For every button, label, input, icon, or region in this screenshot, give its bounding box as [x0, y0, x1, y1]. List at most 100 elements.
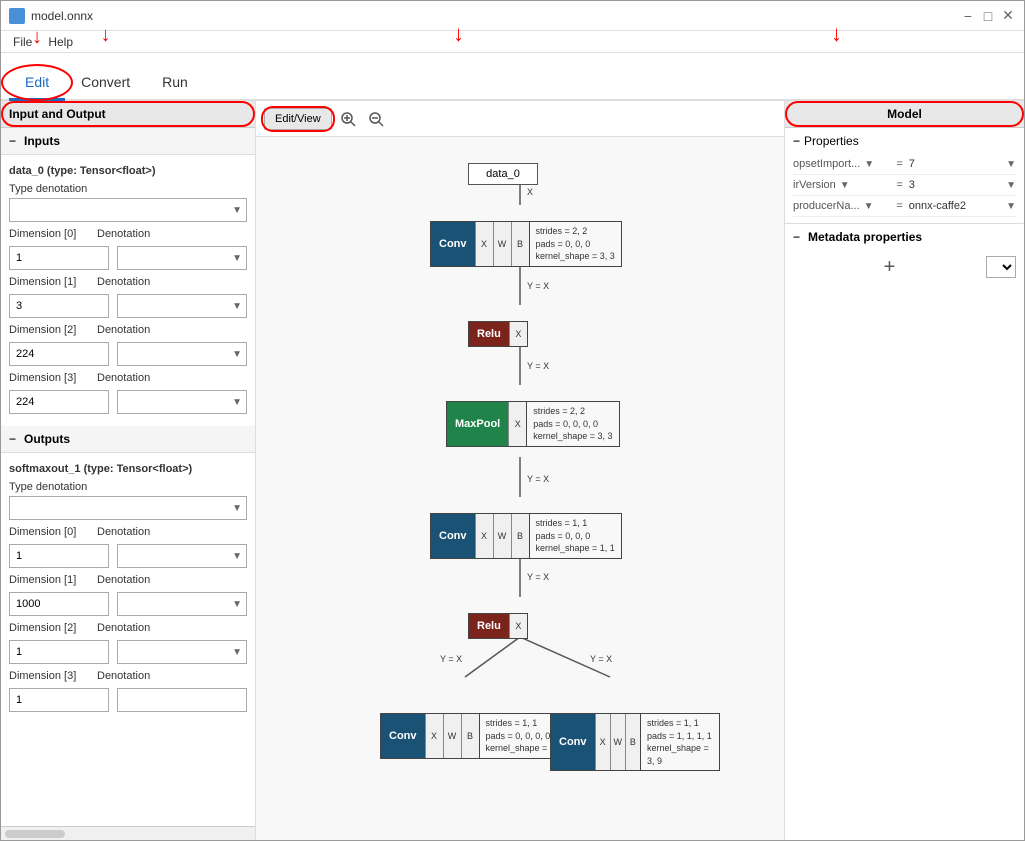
- dim-1-value[interactable]: [9, 294, 109, 318]
- out-dim-2-inputs: ▼: [9, 640, 247, 664]
- graph-area[interactable]: X Y = X Y = X Y = X Y = X Y = X Y = X da…: [256, 137, 784, 840]
- maxpool1-port-x: X: [508, 402, 526, 446]
- menu-help[interactable]: Help: [40, 33, 81, 51]
- dim-0-value[interactable]: [9, 246, 109, 270]
- prop-irversion-arrow[interactable]: ▼: [1006, 180, 1016, 191]
- prop-opset: opsetImport... ▼ = 7 ▼: [793, 154, 1016, 175]
- out-dim-1-denotation[interactable]: [118, 598, 228, 610]
- out-dim-3-value[interactable]: [9, 688, 109, 712]
- left-panel: ↓ Input and Output − Inputs data_0 (type…: [1, 101, 256, 840]
- scroll-thumb: [5, 830, 65, 838]
- title-bar-left: model.onnx: [9, 8, 93, 24]
- out-dim-3-label: Dimension [3]: [9, 670, 89, 682]
- zoom-out-button[interactable]: [364, 107, 388, 131]
- dim-0-inputs: ▼: [9, 246, 247, 270]
- close-button[interactable]: ✕: [1000, 8, 1016, 24]
- tab-run[interactable]: Run: [146, 66, 204, 101]
- relu1-label: Relu: [469, 322, 509, 346]
- out-dim-2-denotation[interactable]: [118, 646, 228, 658]
- node-conv3[interactable]: Conv X W B strides = 1, 1pads = 0, 0, 0,…: [380, 713, 572, 759]
- dim-3-denotation-select-wrapper[interactable]: ▼: [117, 390, 247, 414]
- output-type-denotation-arrow: ▼: [228, 503, 246, 514]
- edit-view-button[interactable]: Edit/View: [264, 108, 332, 130]
- metadata-collapse-icon[interactable]: −: [793, 230, 800, 244]
- conv2-details: strides = 1, 1pads = 0, 0, 0kernel_shape…: [529, 514, 621, 558]
- prop-producer-expand[interactable]: ▼: [864, 201, 874, 212]
- title-bar-controls: − □ ✕: [960, 8, 1016, 24]
- conv3-port-x: X: [425, 714, 443, 758]
- app-icon: [9, 8, 25, 24]
- maximize-button[interactable]: □: [980, 8, 996, 24]
- out-dim-2-denotation-label: Denotation: [97, 622, 157, 634]
- dim-0-arrow: ▼: [228, 253, 246, 264]
- node-conv1[interactable]: Conv X W B strides = 2, 2pads = 0, 0, 0k…: [430, 221, 622, 267]
- metadata-dropdown[interactable]: ▼: [986, 256, 1016, 278]
- prop-producer-val: onnx-caffe2: [909, 200, 1006, 212]
- out-dim-3-denotation-select-wrapper: [117, 688, 247, 712]
- type-denotation-input-select[interactable]: ▼: [9, 198, 247, 222]
- inputs-section: − Inputs data_0 (type: Tensor<float>) Ty…: [1, 128, 255, 426]
- conv3-label: Conv: [381, 714, 425, 758]
- out-dim-0-denotation-select-wrapper[interactable]: ▼: [117, 544, 247, 568]
- type-denotation-input[interactable]: [10, 204, 228, 216]
- toolbar: ↓ ↓ Edit ↓ Convert ↓ Run: [1, 53, 1024, 101]
- metadata-controls: + ▼: [793, 252, 1016, 282]
- out-dim-0-denotation[interactable]: [118, 550, 228, 562]
- dim-2-row: Dimension [2] Denotation: [9, 324, 247, 336]
- out-dim-2-value[interactable]: [9, 640, 109, 664]
- out-dim-3-denotation-label: Denotation: [97, 670, 157, 682]
- dim-0-denotation[interactable]: [118, 252, 228, 264]
- tab-edit[interactable]: Edit ↓: [9, 66, 65, 101]
- right-panel: ↓ Model − Properties opsetImport... ▼ =: [784, 101, 1024, 840]
- add-metadata-button[interactable]: +: [793, 252, 986, 282]
- conv3-port-b: B: [461, 714, 479, 758]
- out-dim-0-value[interactable]: [9, 544, 109, 568]
- prop-irversion: irVersion ▼ = 3 ▼: [793, 175, 1016, 196]
- arrow-convert-top: ↓: [101, 24, 111, 47]
- dim-1-denotation-select-wrapper[interactable]: ▼: [117, 294, 247, 318]
- prop-opset-name: opsetImport... ▼: [793, 158, 890, 170]
- tab-convert[interactable]: Convert ↓: [65, 66, 146, 101]
- prop-producer: producerNa... ▼ = onnx-caffe2 ▼: [793, 196, 1016, 217]
- outputs-collapse-icon[interactable]: −: [9, 432, 16, 446]
- prop-opset-expand[interactable]: ▼: [864, 159, 874, 170]
- prop-irversion-expand[interactable]: ▼: [840, 180, 850, 191]
- dim-1-arrow: ▼: [228, 301, 246, 312]
- out-dim-0-label: Dimension [0]: [9, 526, 89, 538]
- node-relu2[interactable]: Relu X: [468, 613, 528, 639]
- out-dim-1-value[interactable]: [9, 592, 109, 616]
- dim-3-denotation[interactable]: [118, 396, 228, 408]
- out-dim-2-denotation-select-wrapper[interactable]: ▼: [117, 640, 247, 664]
- dim-2-value[interactable]: [9, 342, 109, 366]
- out-dim-3-denotation[interactable]: [118, 694, 246, 706]
- left-panel-scrollbar[interactable]: [1, 826, 255, 840]
- prop-producer-arrow[interactable]: ▼: [1006, 201, 1016, 212]
- prop-irversion-val: 3: [909, 179, 1006, 191]
- prop-opset-arrow[interactable]: ▼: [1006, 159, 1016, 170]
- conv4-port-x: X: [595, 714, 610, 770]
- metadata-section: − Metadata properties + ▼: [785, 223, 1024, 288]
- output-type-denotation[interactable]: [10, 502, 228, 514]
- out-dim-2-row: Dimension [2] Denotation: [9, 622, 247, 634]
- out-dim-0-inputs: ▼: [9, 544, 247, 568]
- zoom-in-button[interactable]: [336, 107, 360, 131]
- dim-3-value[interactable]: [9, 390, 109, 414]
- inputs-collapse-icon[interactable]: −: [9, 134, 16, 148]
- node-maxpool1[interactable]: MaxPool X strides = 2, 2pads = 0, 0, 0, …: [446, 401, 620, 447]
- out-dim-1-denotation-select-wrapper[interactable]: ▼: [117, 592, 247, 616]
- prop-producer-eq: =: [890, 200, 908, 212]
- dim-0-denotation-select-wrapper[interactable]: ▼: [117, 246, 247, 270]
- node-conv4[interactable]: Conv X W B strides = 1, 1pads = 1, 1, 1,…: [550, 713, 720, 771]
- node-data-0[interactable]: data_0: [468, 163, 538, 185]
- inputs-content: data_0 (type: Tensor<float>) Type denota…: [1, 155, 255, 426]
- node-relu1[interactable]: Relu X: [468, 321, 528, 347]
- relu1-port-x: X: [509, 322, 527, 346]
- dim-2-denotation-select-wrapper[interactable]: ▼: [117, 342, 247, 366]
- output-type-denotation-select-wrapper[interactable]: ▼: [9, 496, 247, 520]
- dim-1-denotation[interactable]: [118, 300, 228, 312]
- properties-collapse-icon[interactable]: −: [793, 134, 800, 148]
- minimize-button[interactable]: −: [960, 8, 976, 24]
- dim-3-inputs: ▼: [9, 390, 247, 414]
- dim-2-denotation[interactable]: [118, 348, 228, 360]
- node-conv2[interactable]: Conv X W B strides = 1, 1pads = 0, 0, 0k…: [430, 513, 622, 559]
